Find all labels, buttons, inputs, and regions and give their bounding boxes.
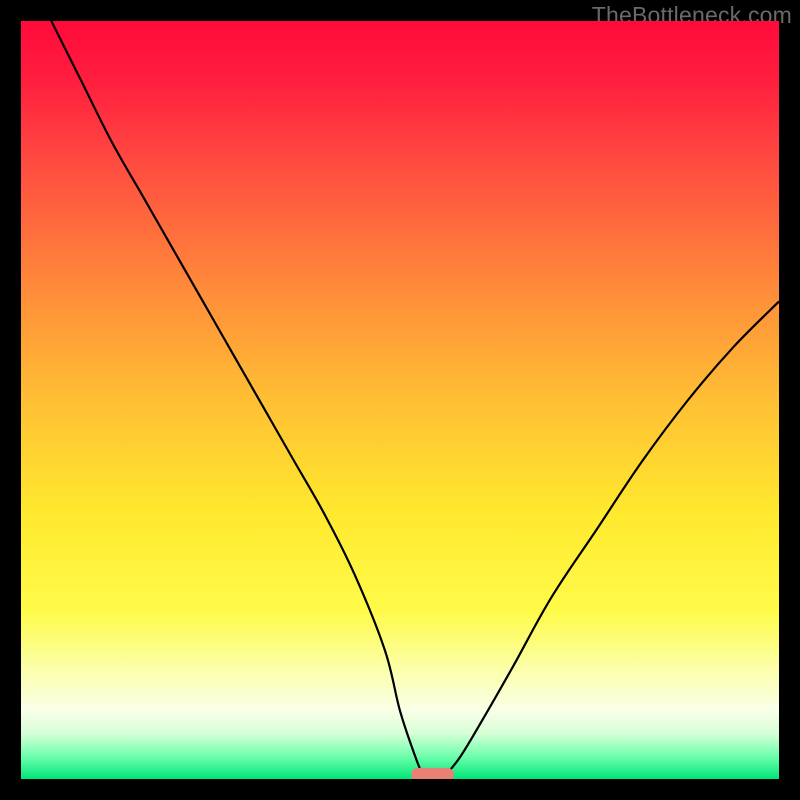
chart-frame: TheBottleneck.com [0,0,800,800]
plot-area [21,21,779,779]
gradient-background [21,21,779,779]
chart-svg [21,21,779,779]
optimal-marker [412,768,454,779]
